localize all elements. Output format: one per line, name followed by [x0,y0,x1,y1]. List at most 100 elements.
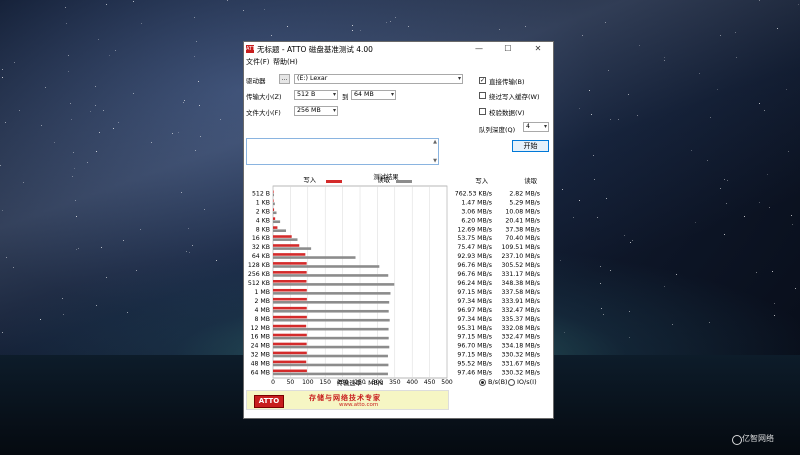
star [72,176,73,177]
file-size-value: 256 MB [297,107,321,114]
star [204,209,205,210]
write-bar [273,190,274,194]
minimize-button[interactable]: — [469,43,489,55]
scroll-up-icon[interactable]: ▲ [433,139,437,145]
read-value-label: 37.38 MB/s [505,226,540,233]
close-button[interactable]: ✕ [528,43,548,55]
read-bar [273,345,390,349]
star [0,165,1,166]
category-label: 24 MB [251,343,270,350]
star [220,119,221,120]
banner-url: www.atto.com [339,402,379,408]
write-bar [273,253,306,256]
star [2,210,3,211]
maximize-button[interactable]: ☐ [498,43,518,55]
x-tick-label: 150 [319,379,331,386]
star [6,257,7,258]
write-value-label: 1.47 MB/s [461,199,492,206]
star [360,30,361,31]
io-per-second-radio[interactable] [508,379,515,386]
star [109,55,110,56]
direct-io-checkbox[interactable]: ✓ [479,77,486,84]
star [774,303,775,304]
star [618,119,619,120]
drive-select[interactable]: (E:) Lexar ▾ [294,74,463,84]
verify-data-checkbox[interactable] [479,108,486,115]
star [2,332,3,333]
star [133,93,134,94]
star [227,0,228,1]
write-bar [273,297,307,301]
star [792,224,793,225]
read-value-label: 330.32 MB/s [501,352,540,359]
star [243,10,244,11]
star [707,160,708,161]
star [2,69,3,70]
read-bar [273,292,391,295]
category-label: 1 KB [256,199,270,206]
star [390,21,391,22]
star [113,128,114,129]
bypass-write-cache-checkbox[interactable] [479,92,486,99]
star [601,308,602,309]
star [194,17,195,18]
star [525,26,526,27]
star [13,267,14,268]
star [724,234,725,235]
star [777,28,778,29]
atto-window: ATTO 无标题 - ATTO 磁盘基准测试 4.00 — ☐ ✕ 文件(F) … [243,41,554,419]
atto-banner[interactable]: ATTO 存储与网络技术专家 www.atto.com [246,390,449,410]
write-bar [273,208,275,211]
write-value-label: 92.93 MB/s [457,253,492,260]
star [68,71,69,72]
write-bar [273,262,307,265]
read-value-label: 333.91 MB/s [501,298,540,305]
star [720,35,721,36]
star [791,215,792,216]
star [54,142,55,143]
queue-depth-select[interactable]: 4 ▾ [523,122,549,132]
star [597,217,598,218]
title-bar[interactable]: ATTO 无标题 - ATTO 磁盘基准测试 4.00 — ☐ ✕ [244,42,553,56]
star [96,151,97,152]
star [759,103,760,104]
menu-help[interactable]: 帮助(H) [273,57,298,67]
file-size-select[interactable]: 256 MB ▾ [294,106,338,116]
read-value-label: 332.47 MB/s [501,307,540,314]
category-label: 512 KB [248,280,270,287]
star [181,192,182,193]
read-value-label: 305.52 MB/s [501,262,540,269]
window-title: 无标题 - ATTO 磁盘基准测试 4.00 [257,45,373,54]
io-per-second-label: IO/s(I) [517,378,537,386]
star [386,22,387,23]
star [630,242,631,243]
x-tick-label: 200 [337,379,349,386]
bytes-per-second-radio[interactable] [479,379,486,386]
star [795,288,796,289]
write-value-label: 97.15 MB/s [457,289,492,296]
star [271,35,272,36]
read-value-label: 10.08 MB/s [505,208,540,215]
read-bar [273,274,389,277]
scroll-down-icon[interactable]: ▼ [433,158,437,164]
transfer-to-select[interactable]: 64 MB ▾ [351,90,396,100]
browse-button[interactable]: ... [279,74,290,84]
read-bar [273,283,395,286]
menu-bar: 文件(F) 帮助(H) [244,56,553,67]
star [75,200,76,201]
read-bar [273,372,388,376]
x-tick-label: 50 [287,379,295,386]
star [699,73,700,74]
star [764,110,765,111]
menu-file[interactable]: 文件(F) [246,57,270,67]
write-value-label: 96.70 MB/s [457,343,492,350]
description-textbox[interactable]: ▲ ▼ [246,138,439,165]
category-label: 2 KB [256,208,270,215]
category-label: 2 MB [255,298,271,305]
write-value-label: 6.20 MB/s [461,217,492,224]
read-value-label: 330.32 MB/s [501,370,540,377]
read-value-label: 70.40 MB/s [505,235,540,242]
transfer-from-select[interactable]: 512 B ▾ [294,90,338,100]
chevron-down-icon: ▾ [332,91,336,98]
start-button[interactable]: 开始 [512,140,549,152]
